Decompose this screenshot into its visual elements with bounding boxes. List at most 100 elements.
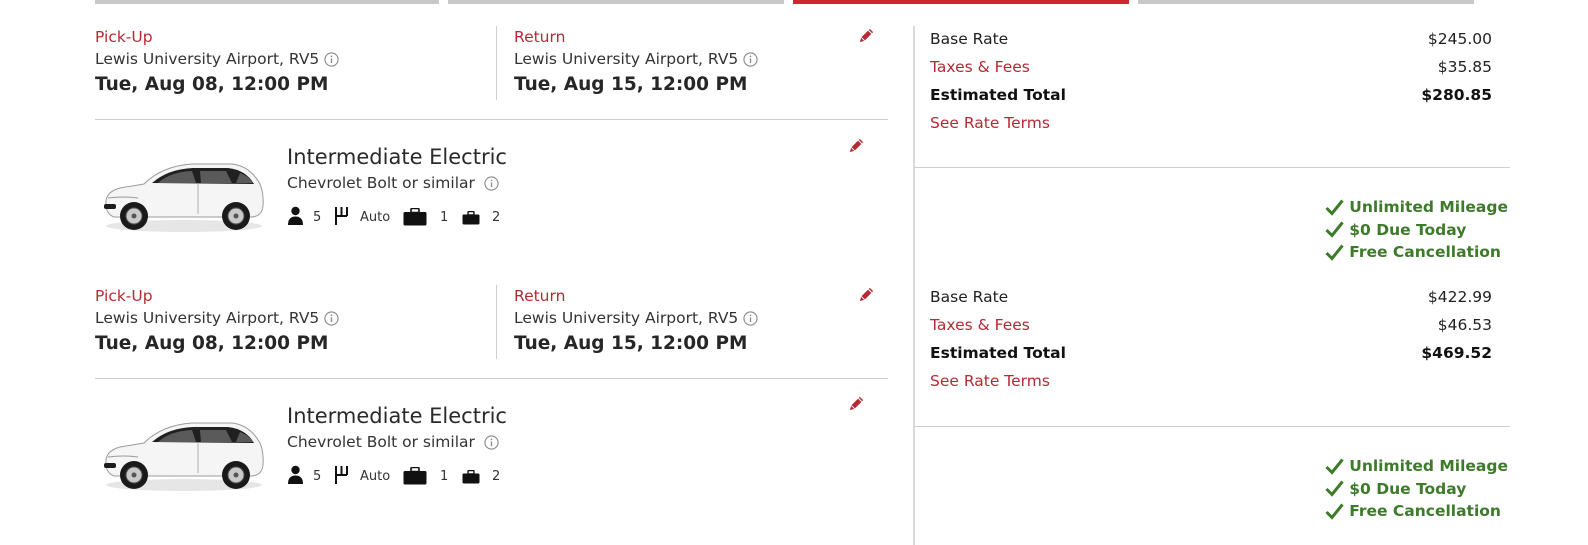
gear-shift-icon: [335, 207, 348, 225]
info-icon[interactable]: [743, 51, 758, 67]
vehicle-model: Chevrolet Bolt or similar: [287, 174, 499, 192]
pickup-location-text: Lewis University Airport, RV5: [95, 50, 320, 68]
divider: [915, 426, 1510, 427]
column-divider: [913, 26, 915, 288]
base-rate-value: $245.00: [1427, 30, 1492, 48]
booking-card: Pick-Up Lewis University Airport, RV5 Tu…: [95, 285, 1510, 545]
info-icon[interactable]: [324, 51, 339, 67]
vehicle-model-text: Chevrolet Bolt or similar: [287, 433, 475, 451]
perk-item: $0 Due Today: [1325, 219, 1508, 242]
person-icon: [288, 465, 303, 484]
perk-item: Free Cancellation: [1325, 500, 1508, 523]
info-icon[interactable]: [484, 434, 499, 450]
info-icon[interactable]: [324, 310, 339, 326]
progress-steps: [95, 0, 1493, 4]
perk-item: $0 Due Today: [1325, 478, 1508, 501]
perk-item: Free Cancellation: [1325, 241, 1508, 264]
estimated-total-value: $280.85: [1421, 86, 1492, 104]
pickup-block: Pick-Up Lewis University Airport, RV5 Tu…: [95, 26, 495, 99]
base-rate-row: Base Rate $422.99: [930, 288, 1492, 310]
suitcase-icon: [403, 208, 427, 226]
perk-item: Unlimited Mileage: [1325, 196, 1508, 219]
suitcase-icon: [403, 467, 427, 485]
see-rate-terms-link[interactable]: See Rate Terms: [930, 372, 1050, 390]
estimated-total-label: Estimated Total: [930, 86, 1066, 104]
pickup-location-text: Lewis University Airport, RV5: [95, 309, 320, 327]
vehicle-model: Chevrolet Bolt or similar: [287, 433, 499, 451]
taxes-fees-link[interactable]: Taxes & Fees: [930, 58, 1030, 80]
vehicle-model-text: Chevrolet Bolt or similar: [287, 174, 475, 192]
pickup-label: Pick-Up: [95, 287, 153, 305]
perk-text: Unlimited Mileage: [1349, 198, 1508, 217]
divider: [915, 167, 1510, 168]
taxes-row: Taxes & Fees $46.53: [930, 316, 1492, 338]
estimated-total-row: Estimated Total $280.85: [930, 86, 1492, 108]
perk-text: Unlimited Mileage: [1349, 457, 1508, 476]
gear-shift-icon: [335, 466, 348, 484]
base-rate-label: Base Rate: [930, 30, 1009, 48]
perk-text: Free Cancellation: [1349, 243, 1501, 262]
return-block: Return Lewis University Airport, RV5 Tue…: [514, 285, 874, 358]
progress-step-1: [95, 0, 439, 4]
return-location-text: Lewis University Airport, RV5: [514, 50, 739, 68]
checkmark-icon: [1325, 244, 1344, 261]
taxes-fees-value: $46.53: [1437, 316, 1492, 334]
info-icon[interactable]: [484, 175, 499, 191]
car-image: [104, 163, 264, 232]
estimated-total-label: Estimated Total: [930, 344, 1066, 362]
transmission-type: Auto: [360, 210, 391, 225]
divider: [95, 378, 888, 379]
edit-vehicle-pencil-icon[interactable]: [847, 394, 866, 413]
return-block: Return Lewis University Airport, RV5 Tue…: [514, 26, 874, 99]
perk-item: Unlimited Mileage: [1325, 455, 1508, 478]
checkmark-icon: [1325, 199, 1344, 216]
pickup-block: Pick-Up Lewis University Airport, RV5 Tu…: [95, 285, 495, 358]
checkmark-icon: [1325, 221, 1344, 238]
perk-text: $0 Due Today: [1349, 479, 1467, 498]
return-datetime: Tue, Aug 15, 12:00 PM: [514, 333, 748, 354]
location-divider: [496, 285, 497, 359]
edit-dates-pencil-icon[interactable]: [857, 285, 876, 304]
progress-step-4: [1138, 0, 1474, 4]
base-rate-value: $422.99: [1427, 288, 1492, 306]
return-label: Return: [514, 287, 566, 305]
edit-vehicle-pencil-icon[interactable]: [847, 136, 866, 155]
perk-list: Unlimited Mileage $0 Due Today Free Canc…: [1325, 455, 1508, 523]
estimated-total-row: Estimated Total $469.52: [930, 344, 1492, 366]
checkmark-icon: [1325, 480, 1344, 497]
edit-dates-pencil-icon[interactable]: [857, 26, 876, 45]
perk-list: Unlimited Mileage $0 Due Today Free Canc…: [1325, 196, 1508, 264]
info-icon[interactable]: [743, 310, 758, 326]
rate-summary: Base Rate $422.99 Taxes & Fees $46.53 Es…: [915, 285, 1510, 545]
booking-details: Pick-Up Lewis University Airport, RV5 Tu…: [95, 285, 888, 545]
vehicle-class-name: Intermediate Electric: [287, 404, 507, 428]
pickup-label: Pick-Up: [95, 28, 153, 46]
checkmark-icon: [1325, 458, 1344, 475]
person-icon: [288, 206, 303, 225]
return-location: Lewis University Airport, RV5: [514, 307, 874, 329]
progress-step-3-active: [793, 0, 1129, 4]
divider: [95, 119, 888, 120]
perk-text: $0 Due Today: [1349, 220, 1467, 239]
large-bag-count: 1: [440, 469, 449, 484]
progress-step-2: [448, 0, 784, 4]
base-rate-label: Base Rate: [930, 288, 1009, 306]
pickup-datetime: Tue, Aug 08, 12:00 PM: [95, 74, 329, 95]
taxes-fees-link[interactable]: Taxes & Fees: [930, 316, 1030, 338]
small-bag-count: 2: [492, 210, 501, 225]
return-label: Return: [514, 28, 566, 46]
vehicle-class-name: Intermediate Electric: [287, 145, 507, 169]
pickup-location: Lewis University Airport, RV5: [95, 307, 495, 329]
return-datetime: Tue, Aug 15, 12:00 PM: [514, 74, 748, 95]
bag-icon: [462, 211, 480, 225]
return-location-text: Lewis University Airport, RV5: [514, 309, 739, 327]
perk-text: Free Cancellation: [1349, 502, 1501, 521]
booking-details: Pick-Up Lewis University Airport, RV5 Tu…: [95, 26, 888, 288]
column-divider: [913, 285, 915, 545]
car-image: [104, 422, 264, 491]
booking-card: Pick-Up Lewis University Airport, RV5 Tu…: [95, 26, 1510, 288]
estimated-total-value: $469.52: [1421, 344, 1492, 362]
pickup-datetime: Tue, Aug 08, 12:00 PM: [95, 333, 329, 354]
see-rate-terms-link[interactable]: See Rate Terms: [930, 114, 1050, 132]
pickup-location: Lewis University Airport, RV5: [95, 48, 495, 70]
